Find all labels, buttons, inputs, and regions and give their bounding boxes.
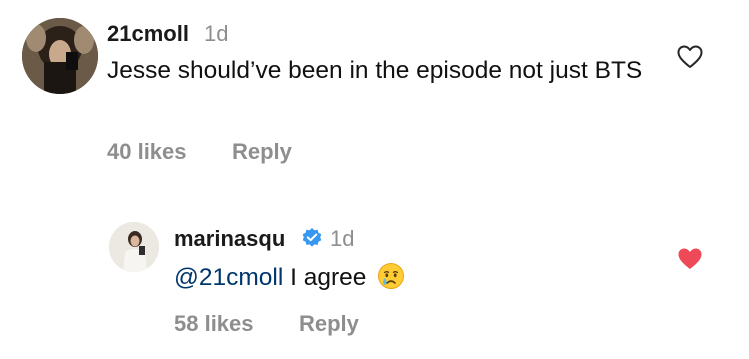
- mention-link[interactable]: @21cmoll: [174, 264, 283, 291]
- like-count[interactable]: 40 likes: [107, 139, 187, 165]
- verified-badge-icon: [302, 228, 322, 247]
- avatar-image: [22, 18, 98, 94]
- like-count[interactable]: 58 likes: [174, 311, 254, 337]
- comment-text: I agree: [290, 264, 367, 291]
- comment-username[interactable]: marinasqu: [174, 226, 285, 252]
- avatar-21cmoll[interactable]: [22, 18, 98, 94]
- crying-face-emoji: [378, 263, 405, 289]
- comment-timestamp: 1d: [204, 21, 229, 46]
- avatar-image: [109, 222, 159, 272]
- comment-timestamp: 1d: [330, 226, 355, 251]
- comment-text-row: @21cmoll I agree: [174, 262, 634, 293]
- reply-button[interactable]: Reply: [299, 311, 359, 337]
- reply-button[interactable]: Reply: [232, 139, 292, 165]
- heart-outline-icon[interactable]: [677, 45, 703, 69]
- comment-marinasqu: marinasqu 1d @21cmoll I agree 58 likes R…: [0, 180, 749, 359]
- comment-username[interactable]: 21cmoll: [107, 21, 189, 47]
- heart-filled-icon[interactable]: [677, 247, 703, 271]
- comment-21cmoll: 21cmoll 1d Jesse should’ve been in the e…: [0, 0, 749, 180]
- avatar-marinasqu[interactable]: [109, 222, 159, 272]
- comment-text: Jesse should’ve been in the episode not …: [107, 57, 643, 84]
